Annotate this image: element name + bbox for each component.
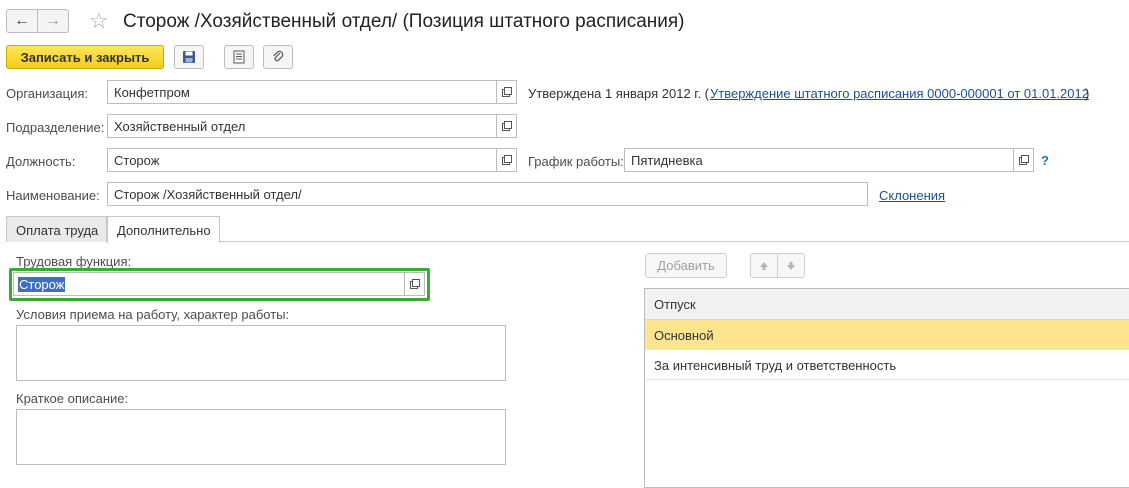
open-window-icon xyxy=(1018,155,1029,165)
approved-close-paren: ) xyxy=(1085,86,1090,101)
approval-document-link[interactable]: Утверждение штатного расписания 0000-000… xyxy=(710,86,1089,101)
short-description-label: Краткое описание: xyxy=(16,391,129,406)
conditions-textarea[interactable] xyxy=(16,325,506,381)
print-button[interactable] xyxy=(224,45,254,69)
department-field[interactable]: Хозяйственный отдел xyxy=(107,114,497,138)
schedule-label: График работы: xyxy=(528,154,624,169)
organization-open-button[interactable] xyxy=(497,80,517,104)
help-question-icon[interactable]: ? xyxy=(1041,153,1049,168)
open-window-icon xyxy=(501,121,512,131)
arrow-left-icon: ← xyxy=(14,12,30,29)
short-description-textarea[interactable] xyxy=(16,409,506,465)
labor-function-label: Трудовая функция: xyxy=(16,254,132,269)
tab-additional[interactable]: Дополнительно xyxy=(107,216,220,243)
table-cell: За интенсивный труд и ответственность xyxy=(654,358,897,373)
forward-button[interactable]: → xyxy=(37,9,69,33)
arrow-up-icon xyxy=(760,261,768,270)
attachments-button[interactable] xyxy=(263,45,293,69)
floppy-disk-icon xyxy=(183,51,195,63)
organization-label: Организация: xyxy=(6,86,89,101)
open-window-icon xyxy=(501,155,512,165)
move-up-button[interactable] xyxy=(750,253,778,278)
vacation-table[interactable]: Отпуск Основной За интенсивный труд и от… xyxy=(644,288,1129,488)
organization-field[interactable]: Конфетпром xyxy=(107,80,497,104)
table-header[interactable]: Отпуск xyxy=(645,289,1129,320)
name-field[interactable]: Сторож /Хозяйственный отдел/ xyxy=(107,182,868,206)
approved-text: Утверждена 1 января 2012 г. ( xyxy=(528,86,709,101)
position-label: Должность: xyxy=(6,154,76,169)
save-button[interactable] xyxy=(174,45,204,69)
labor-function-value: Сторож xyxy=(18,277,66,292)
department-label: Подразделение: xyxy=(6,120,105,135)
table-row[interactable]: Основной xyxy=(645,320,1129,350)
open-window-icon xyxy=(501,87,512,97)
labor-function-open-button[interactable] xyxy=(405,272,425,296)
table-cell: Основной xyxy=(654,328,714,343)
schedule-field[interactable]: Пятидневка xyxy=(624,148,1014,172)
paperclip-icon xyxy=(273,50,284,62)
favorite-star-icon[interactable]: ☆ xyxy=(89,8,109,34)
department-open-button[interactable] xyxy=(497,114,517,138)
conditions-label: Условия приема на работу, характер работ… xyxy=(16,307,290,322)
save-and-close-button[interactable]: Записать и закрыть xyxy=(6,45,164,69)
back-button[interactable]: ← xyxy=(6,9,38,33)
position-field[interactable]: Сторож xyxy=(107,148,497,172)
labor-function-field[interactable]: Сторож xyxy=(13,272,405,296)
move-down-button[interactable] xyxy=(777,253,805,278)
column-header-vacation: Отпуск xyxy=(654,297,696,312)
add-button[interactable]: Добавить xyxy=(645,253,727,278)
declension-link[interactable]: Склонения xyxy=(879,188,945,203)
document-list-icon xyxy=(233,50,245,64)
tab-payment[interactable]: Оплата труда xyxy=(6,216,107,242)
open-window-icon xyxy=(409,279,420,289)
arrow-down-icon xyxy=(787,261,795,270)
schedule-open-button[interactable] xyxy=(1014,148,1034,172)
name-label: Наименование: xyxy=(6,188,100,203)
position-open-button[interactable] xyxy=(497,148,517,172)
page-title: Сторож /Хозяйственный отдел/ (Позиция шт… xyxy=(123,11,685,32)
table-row[interactable]: За интенсивный труд и ответственность xyxy=(645,350,1129,380)
arrow-right-icon: → xyxy=(45,12,61,29)
